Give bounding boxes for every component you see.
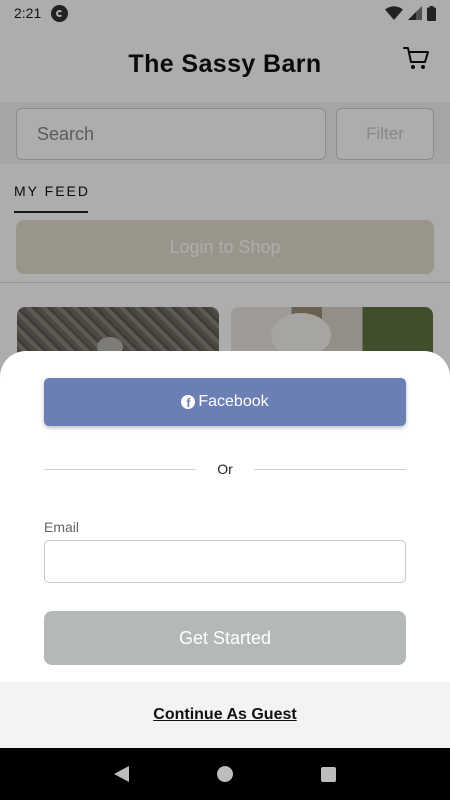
email-field[interactable] [44, 540, 406, 583]
home-icon[interactable] [217, 766, 233, 782]
guest-bar: Continue As Guest [0, 682, 450, 748]
login-sheet: f Facebook Or Email Get Started Continue… [0, 351, 450, 748]
email-label: Email [44, 519, 80, 535]
continue-as-guest-link[interactable]: Continue As Guest [153, 706, 296, 724]
or-divider: Or [44, 461, 406, 481]
facebook-login-button[interactable]: f Facebook [44, 378, 406, 426]
divider-line [254, 469, 406, 470]
facebook-label: Facebook [198, 393, 269, 410]
system-nav-bar [0, 748, 450, 800]
facebook-icon: f [181, 395, 196, 409]
back-icon[interactable] [114, 766, 129, 782]
get-started-button[interactable]: Get Started [44, 611, 406, 665]
recents-icon[interactable] [321, 766, 336, 782]
